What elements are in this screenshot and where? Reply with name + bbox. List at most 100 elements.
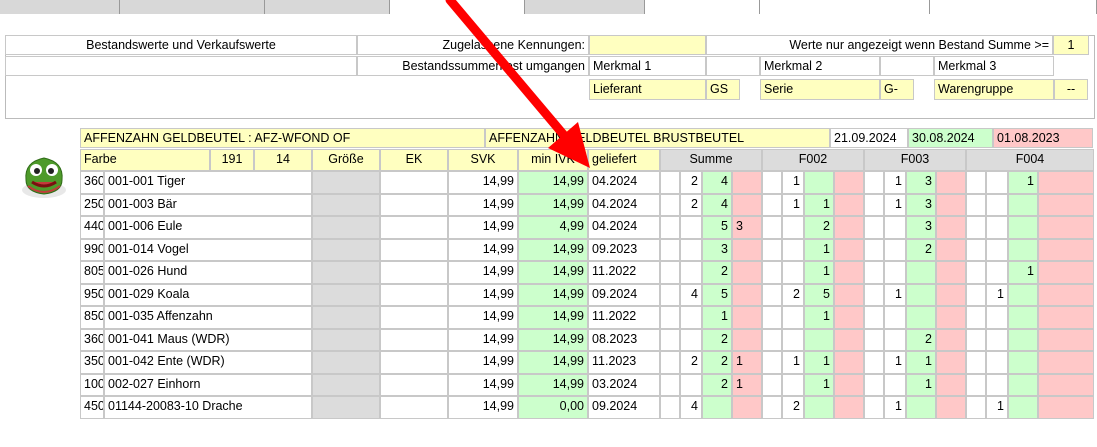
row-stock-summe-2: 4: [702, 171, 732, 194]
row-geliefert[interactable]: 11.2022: [588, 306, 660, 329]
row-color-name[interactable]: 001-035 Affenzahn: [104, 306, 312, 329]
row-color-code[interactable]: 950: [80, 283, 104, 306]
row-min-ivk[interactable]: 0,00: [518, 396, 588, 419]
row-color-name[interactable]: 001-001 Tiger: [104, 171, 312, 194]
row-color-name[interactable]: 001-026 Hund: [104, 261, 312, 284]
row-stock-f004-3: [1038, 351, 1094, 374]
row-min-ivk[interactable]: 14,99: [518, 238, 588, 261]
row-stock-summe-0: [660, 373, 680, 396]
toolbar-cell[interactable]: [930, 0, 1097, 14]
row-geliefert[interactable]: 11.2023: [588, 351, 660, 374]
row-color-code[interactable]: 360: [80, 171, 104, 194]
toolbar-cell[interactable]: [265, 0, 390, 14]
merkmal2-name[interactable]: Serie: [760, 79, 880, 100]
toolbar-cell[interactable]: [645, 0, 760, 14]
row-svk[interactable]: 14,99: [448, 193, 518, 216]
row-stock-summe-1: [680, 238, 702, 261]
row-svk[interactable]: 14,99: [448, 328, 518, 351]
row-color-code[interactable]: 850: [80, 306, 104, 329]
row-groesse: [312, 283, 380, 306]
row-stock-f002-0: [762, 171, 782, 194]
row-svk[interactable]: 14,99: [448, 283, 518, 306]
row-svk[interactable]: 14,99: [448, 238, 518, 261]
row-color-name[interactable]: 001-029 Koala: [104, 283, 312, 306]
row-min-ivk[interactable]: 14,99: [518, 283, 588, 306]
row-min-ivk[interactable]: 14,99: [518, 193, 588, 216]
row-color-code[interactable]: 350: [80, 351, 104, 374]
col-header-farbe[interactable]: Farbe: [80, 149, 210, 171]
row-geliefert[interactable]: 08.2023: [588, 328, 660, 351]
row-color-name[interactable]: 001-041 Maus (WDR): [104, 328, 312, 351]
row-stock-summe-3: [732, 238, 762, 261]
row-color-code[interactable]: 450: [80, 396, 104, 419]
row-min-ivk[interactable]: 14,99: [518, 261, 588, 284]
row-color-name[interactable]: 001-014 Vogel: [104, 238, 312, 261]
row-stock-f003-3: [936, 261, 966, 284]
row-svk[interactable]: 14,99: [448, 396, 518, 419]
row-stock-summe-1: 2: [680, 171, 702, 194]
row-color-name[interactable]: 001-042 Ente (WDR): [104, 351, 312, 374]
zugelassene-input[interactable]: [589, 35, 706, 55]
row-min-ivk[interactable]: 14,99: [518, 373, 588, 396]
row-stock-f004-3: [1038, 328, 1094, 351]
col-header-summe[interactable]: Summe: [660, 149, 762, 171]
row-groesse: [312, 216, 380, 239]
merkmal2-label: Merkmal 2: [760, 56, 880, 76]
col-header-groesse[interactable]: Größe: [312, 149, 380, 171]
row-color-code[interactable]: 440: [80, 216, 104, 239]
col-header-count-191: 191: [210, 149, 254, 171]
row-color-code[interactable]: 360: [80, 328, 104, 351]
row-min-ivk[interactable]: 14,99: [518, 351, 588, 374]
merkmal3-name[interactable]: Warengruppe: [934, 79, 1054, 100]
row-svk[interactable]: 14,99: [448, 216, 518, 239]
row-stock-summe-1: [680, 373, 702, 396]
row-stock-f003-1: 1: [884, 351, 906, 374]
row-color-code[interactable]: 805: [80, 261, 104, 284]
row-color-name[interactable]: 002-027 Einhorn: [104, 373, 312, 396]
row-color-name[interactable]: 001-003 Bär: [104, 193, 312, 216]
row-color-name[interactable]: 01144-20083-10 Drache: [104, 396, 312, 419]
row-color-code[interactable]: 250: [80, 193, 104, 216]
row-min-ivk[interactable]: 4,99: [518, 216, 588, 239]
toolbar-cell[interactable]: [0, 0, 120, 14]
col-header-f004[interactable]: F004: [966, 149, 1094, 171]
row-stock-f002-3: [834, 306, 864, 329]
row-color-code[interactable]: 990: [80, 238, 104, 261]
row-ek: [380, 396, 448, 419]
row-geliefert[interactable]: 11.2022: [588, 261, 660, 284]
row-svk[interactable]: 14,99: [448, 351, 518, 374]
merkmal1-name[interactable]: Lieferant: [589, 79, 706, 100]
row-svk[interactable]: 14,99: [448, 306, 518, 329]
merkmal1-code[interactable]: GS: [706, 79, 740, 100]
row-geliefert[interactable]: 04.2024: [588, 216, 660, 239]
row-geliefert[interactable]: 09.2024: [588, 283, 660, 306]
col-header-f002[interactable]: F002: [762, 149, 864, 171]
row-stock-f004-2: [1008, 373, 1038, 396]
row-geliefert[interactable]: 04.2024: [588, 193, 660, 216]
row-stock-f004-2: [1008, 328, 1038, 351]
row-svk[interactable]: 14,99: [448, 373, 518, 396]
row-stock-f003-3: [936, 396, 966, 419]
row-min-ivk[interactable]: 14,99: [518, 328, 588, 351]
row-geliefert[interactable]: 09.2023: [588, 238, 660, 261]
row-stock-f003-0: [864, 238, 884, 261]
werte-threshold-input[interactable]: 1: [1053, 35, 1089, 55]
row-stock-f003-1: [884, 261, 906, 284]
row-stock-f004-3: [1038, 193, 1094, 216]
merkmal3-code[interactable]: --: [1054, 79, 1088, 100]
toolbar-cell[interactable]: [120, 0, 265, 14]
row-geliefert[interactable]: 03.2024: [588, 373, 660, 396]
row-stock-f003-3: [936, 238, 966, 261]
row-color-code[interactable]: 100: [80, 373, 104, 396]
row-svk[interactable]: 14,99: [448, 261, 518, 284]
article-title-left: AFFENZAHN GELDBEUTEL : AFZ-WFOND OF: [80, 128, 485, 148]
row-stock-f003-2: 2: [906, 238, 936, 261]
row-groesse: [312, 396, 380, 419]
col-header-ek[interactable]: EK: [380, 149, 448, 171]
merkmal2-code[interactable]: G-: [880, 79, 914, 100]
row-geliefert[interactable]: 09.2024: [588, 396, 660, 419]
col-header-f003[interactable]: F003: [864, 149, 966, 171]
row-color-name[interactable]: 001-006 Eule: [104, 216, 312, 239]
row-min-ivk[interactable]: 14,99: [518, 306, 588, 329]
toolbar-cell[interactable]: [760, 0, 930, 14]
